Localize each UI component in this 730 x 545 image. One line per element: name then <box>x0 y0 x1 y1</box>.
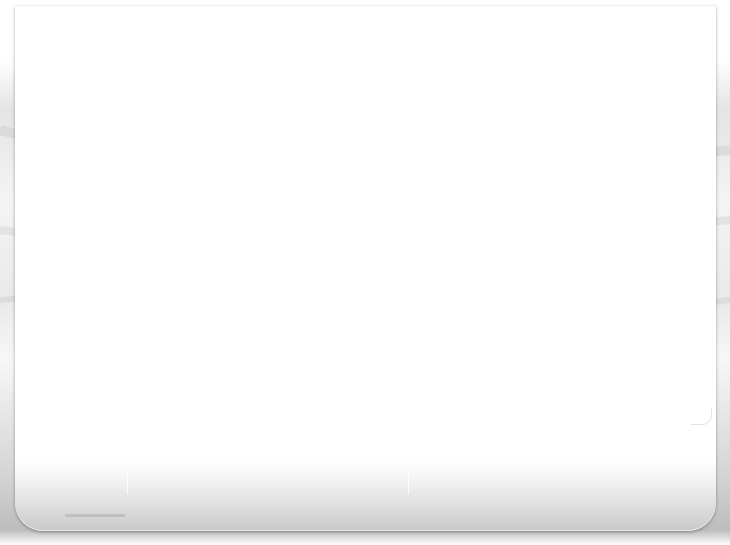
footer-highlight <box>65 514 125 517</box>
footer-divider <box>408 468 409 494</box>
footer-bar <box>15 461 716 531</box>
footer-divider <box>127 468 128 494</box>
main-panel <box>15 6 716 531</box>
content-area <box>15 6 716 461</box>
